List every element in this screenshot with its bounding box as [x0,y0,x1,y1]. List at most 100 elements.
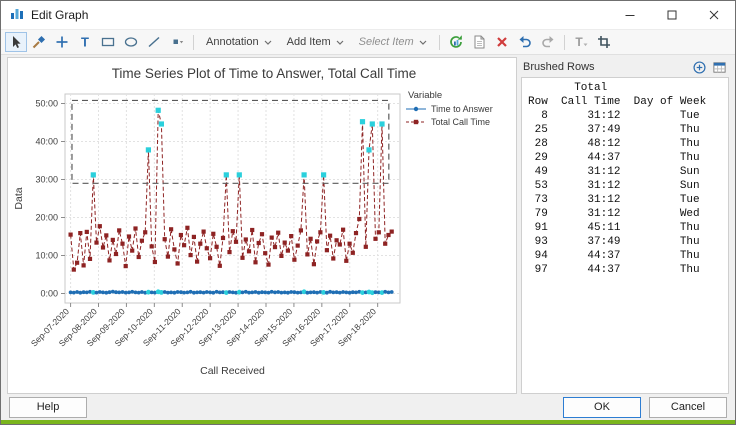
data-point[interactable] [331,290,336,295]
data-point[interactable] [94,240,99,245]
data-point[interactable] [350,250,355,255]
update-graph-button[interactable] [445,32,467,52]
undo-button[interactable] [514,32,536,52]
data-point[interactable] [334,238,339,243]
y-axis-label[interactable]: Data [13,187,25,209]
data-point[interactable] [107,290,112,295]
data-point[interactable] [195,259,200,264]
data-point[interactable] [191,234,196,239]
data-point[interactable] [214,244,219,249]
data-point[interactable] [243,237,248,242]
data-point[interactable] [253,260,258,265]
data-point[interactable] [376,230,381,235]
data-point[interactable] [266,290,271,295]
data-point[interactable] [136,290,141,295]
data-point[interactable] [285,248,290,253]
data-point[interactable] [389,229,394,234]
data-point[interactable] [172,290,177,295]
data-point[interactable] [295,243,300,248]
select-item-dropdown[interactable]: Select Item [352,33,434,51]
brushed-data-point[interactable] [90,172,96,178]
data-point[interactable] [250,227,255,233]
data-point[interactable] [169,290,174,295]
brushed-table-row[interactable]: 49 31:12 Sun [528,165,722,179]
brushed-data-point[interactable] [379,121,385,127]
data-point[interactable] [357,216,362,222]
data-point[interactable] [162,290,167,294]
data-point[interactable] [263,251,268,256]
data-point[interactable] [123,264,128,269]
data-point[interactable] [344,290,349,295]
data-point[interactable] [289,234,294,239]
data-point[interactable] [165,254,170,259]
data-point[interactable] [292,257,297,262]
data-point[interactable] [81,263,86,268]
data-point[interactable] [149,244,154,249]
data-point[interactable] [84,229,89,234]
data-point[interactable] [220,235,226,241]
line-tool-button[interactable] [143,32,165,52]
data-point[interactable] [198,241,203,246]
brushed-table-row[interactable]: 91 45:11 Thu [528,221,722,235]
data-point[interactable] [279,253,284,258]
data-point[interactable] [201,229,206,234]
data-point[interactable] [71,290,76,295]
data-point[interactable] [230,229,235,234]
create-indicator-worksheet-button[interactable] [712,60,727,75]
data-point[interactable] [130,289,135,294]
text-style-button[interactable]: T [570,32,592,52]
brushed-table-row[interactable]: 79 31:12 Wed [528,207,722,221]
data-point[interactable] [256,290,261,295]
brush-tool-button[interactable] [28,32,50,52]
brushed-data-point[interactable] [145,147,151,153]
data-point[interactable] [152,259,157,265]
text-tool-button[interactable]: T [74,32,96,52]
data-point[interactable] [318,230,323,235]
data-point[interactable] [315,239,320,244]
data-point[interactable] [130,248,135,253]
cancel-button[interactable]: Cancel [649,396,727,418]
redo-button[interactable] [537,32,559,52]
data-point[interactable] [104,233,109,238]
data-point[interactable] [256,240,261,246]
brushed-table-row[interactable]: 29 44:37 Thu [528,151,722,165]
data-point[interactable] [97,224,102,229]
brushed-data-point[interactable] [236,172,242,178]
data-point[interactable] [68,232,73,237]
data-point[interactable] [325,290,329,295]
brushed-table-row[interactable]: 73 31:12 Tue [528,193,722,207]
data-point[interactable] [383,241,388,246]
brushed-data-point[interactable] [321,172,327,178]
data-point[interactable] [75,260,80,265]
data-point[interactable] [286,290,290,295]
data-point[interactable] [185,290,190,295]
data-point[interactable] [341,227,346,232]
data-point[interactable] [227,290,232,294]
data-point[interactable] [292,290,297,295]
data-point[interactable] [175,290,180,294]
data-point[interactable] [328,233,333,238]
add-variables-button[interactable] [692,60,707,75]
data-point[interactable] [117,290,122,295]
data-point[interactable] [263,290,268,295]
data-point[interactable] [312,290,316,295]
brushed-table-row[interactable]: 94 44:37 Thu [528,249,722,263]
data-point[interactable] [334,290,339,295]
data-point[interactable] [250,290,255,295]
data-point[interactable] [211,290,216,295]
data-point[interactable] [214,289,219,294]
brushed-table-row[interactable]: 53 31:12 Sun [528,179,722,193]
brushed-table-row[interactable]: 8 31:12 Tue [528,109,722,123]
data-point[interactable] [104,290,109,295]
crosshair-tool-button[interactable] [51,32,73,52]
brushed-table-row[interactable]: 28 48:12 Thu [528,137,722,151]
data-point[interactable] [188,289,193,294]
data-point[interactable] [100,245,106,250]
brushed-table-row[interactable]: 25 37:49 Thu [528,123,722,137]
data-point[interactable] [240,290,245,295]
data-point[interactable] [373,236,378,241]
data-point[interactable] [328,289,332,294]
add-item-dropdown[interactable]: Add Item [280,33,351,51]
brushed-data-point[interactable] [366,147,372,153]
brushed-data-point[interactable] [158,121,164,127]
